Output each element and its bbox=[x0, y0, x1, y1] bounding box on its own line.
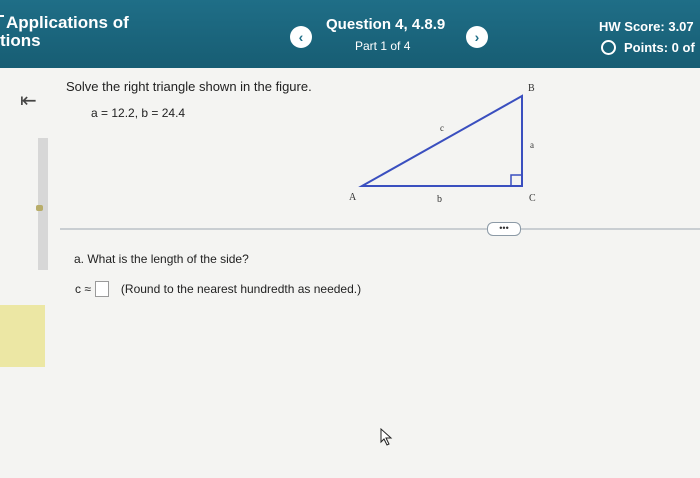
side-b-label: b bbox=[437, 194, 442, 205]
vertex-c-label: C bbox=[529, 193, 536, 204]
mouse-pointer-icon bbox=[380, 428, 393, 446]
points-status: Points: 0 of bbox=[601, 40, 695, 55]
side-highlight bbox=[0, 305, 45, 367]
right-triangle-figure: A B C a b c bbox=[349, 83, 536, 205]
part-a-question: a. What is the length of the side? bbox=[74, 252, 249, 266]
assignment-title[interactable]: Applications of tions bbox=[0, 14, 129, 50]
scrollbar[interactable] bbox=[38, 138, 48, 270]
chevron-right-icon: › bbox=[474, 29, 480, 45]
circle-status-icon bbox=[601, 40, 616, 55]
assignment-title-line2: tions bbox=[0, 31, 41, 50]
assignment-title-line1: Applications of bbox=[6, 13, 129, 32]
chevron-left-icon: ‹ bbox=[298, 29, 304, 45]
vertex-b-label: B bbox=[528, 83, 535, 94]
answer-row: c ≈ (Round to the nearest hundredth as n… bbox=[75, 281, 361, 297]
hw-score: HW Score: 3.07 bbox=[599, 19, 694, 34]
question-title: Question 4, 4.8.9 bbox=[326, 16, 446, 33]
points-text: Points: 0 of bbox=[624, 40, 695, 55]
answer-input[interactable] bbox=[94, 281, 109, 297]
side-c-label: c bbox=[440, 123, 444, 133]
question-part: Part 1 of 4 bbox=[355, 39, 411, 53]
given-values: a = 12.2, b = 24.4 bbox=[91, 106, 186, 120]
collapse-left-icon[interactable]: ⇤ bbox=[20, 88, 37, 113]
next-question-button[interactable]: › bbox=[466, 26, 488, 48]
problem-prompt: Solve the right triangle shown in the fi… bbox=[66, 79, 312, 94]
side-a-label: a bbox=[530, 140, 534, 150]
section-divider bbox=[60, 228, 700, 230]
answer-prefix: c ≈ bbox=[75, 282, 91, 296]
header-bar: Applications of tions ‹ Question 4, 4.8.… bbox=[0, 0, 700, 68]
more-options-button[interactable]: ••• bbox=[487, 222, 521, 236]
side-marker bbox=[36, 205, 43, 211]
vertex-a-label: A bbox=[349, 192, 357, 203]
previous-question-button[interactable]: ‹ bbox=[290, 26, 312, 48]
rounding-hint: (Round to the nearest hundredth as neede… bbox=[120, 282, 362, 296]
